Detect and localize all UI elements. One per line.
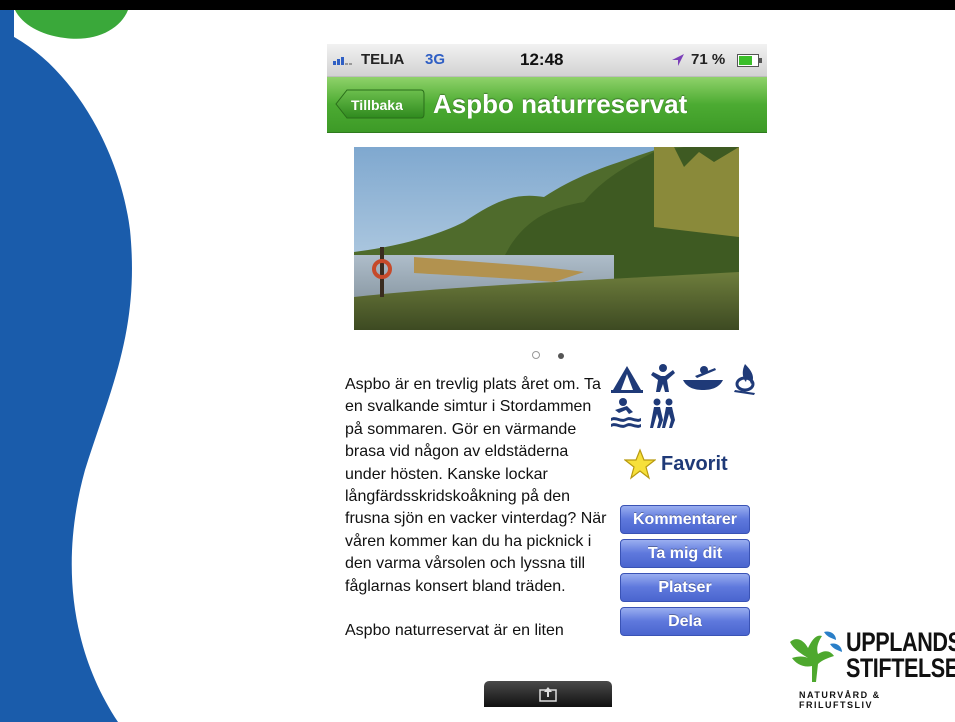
- decorative-shapes: [0, 10, 132, 722]
- logo-leaf-icon: [790, 631, 842, 682]
- description-paragraph: Aspbo är en trevlig plats året om. Ta en…: [345, 376, 607, 595]
- swimming-icon: [611, 398, 641, 428]
- battery-percent: 71 %: [691, 51, 726, 68]
- page-title: Aspbo naturreservat: [433, 89, 688, 119]
- battery-icon: [737, 54, 762, 67]
- description-paragraph: Aspbo naturreservat är en liten: [345, 622, 564, 640]
- favorite-label: Favorit: [661, 453, 728, 475]
- favorite-button[interactable]: Favorit: [623, 448, 767, 480]
- logo-tagline: NATURVÅRD & FRILUFTSLIV: [799, 690, 881, 710]
- reserve-description: Aspbo är en trevlig plats året om. Ta en…: [345, 374, 607, 642]
- network-type: 3G: [425, 51, 446, 68]
- tent-icon: [611, 366, 643, 393]
- child-play-icon: [651, 364, 675, 392]
- gallery-page-indicator[interactable]: [532, 346, 578, 364]
- back-button-label: Tillbaka: [351, 97, 403, 113]
- status-bar: TELIA 3G 12:48 71 %: [327, 44, 767, 77]
- bottom-toolbar[interactable]: [484, 681, 612, 707]
- hiking-icon: [650, 398, 675, 428]
- green-leaf-shape: [15, 10, 128, 39]
- campfire-icon: [734, 364, 755, 395]
- share-button[interactable]: Dela: [620, 607, 750, 636]
- blue-wave-shape: [0, 30, 132, 722]
- directions-button[interactable]: Ta mig dit: [620, 539, 750, 568]
- back-button[interactable]: Tillbaka: [335, 89, 425, 119]
- page-dot-active: [558, 353, 565, 359]
- action-icon: [539, 687, 557, 702]
- reserve-photo[interactable]: [354, 147, 739, 330]
- logo-line-2: STIFTELSEN: [846, 653, 955, 683]
- star-icon: [623, 448, 657, 480]
- activity-icons: [611, 364, 755, 428]
- logo-line-1: UPPLANDS: [846, 627, 955, 657]
- navigation-bar: Tillbaka Aspbo naturreservat: [327, 77, 767, 133]
- carrier-name: TELIA: [361, 51, 405, 68]
- page-dot-inactive: [532, 351, 540, 359]
- places-button[interactable]: Platser: [620, 573, 750, 602]
- signal-strength-icon: [333, 57, 352, 65]
- canoe-icon: [683, 366, 723, 390]
- comments-button[interactable]: Kommentarer: [620, 505, 750, 534]
- clock: 12:48: [520, 50, 564, 69]
- location-arrow-icon: [672, 54, 684, 66]
- upplandsstiftelsen-logo: UPPLANDS STIFTELSEN NATURVÅRD & FRILUFTS…: [786, 626, 955, 710]
- phone-screen: TELIA 3G 12:48 71 % Tillbaka Aspbo natur…: [327, 44, 767, 707]
